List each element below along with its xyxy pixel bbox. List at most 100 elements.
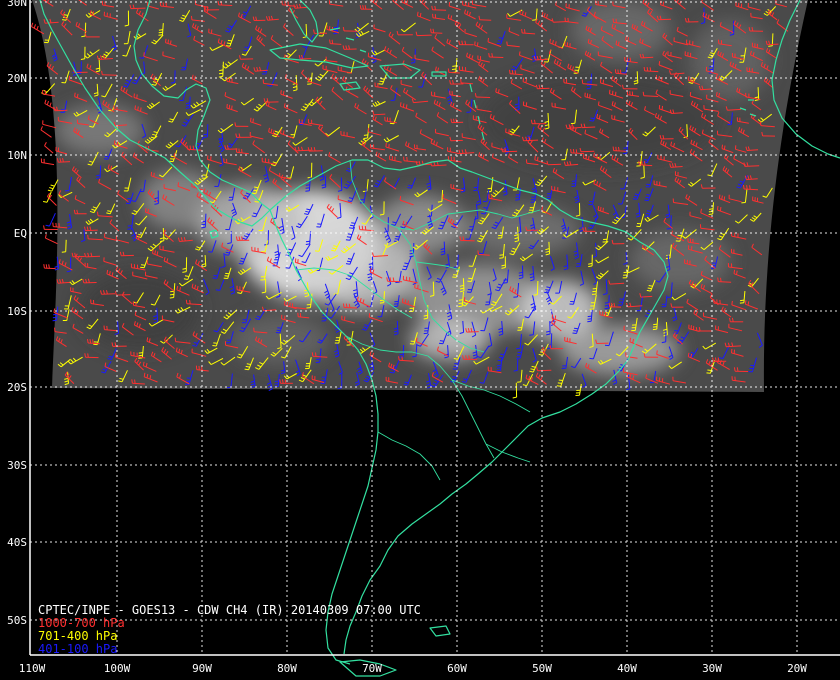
- longitude-tick-label: 70W: [362, 662, 382, 675]
- wind-barb: [383, 291, 385, 303]
- wind-barb-feather: [348, 303, 351, 308]
- wind-barb: [700, 88, 712, 91]
- wind-barb-feather: [483, 207, 488, 209]
- wind-barb-feather: [379, 302, 384, 304]
- wind-barb: [443, 241, 446, 254]
- wind-barb-feather: [692, 78, 695, 83]
- wind-barb-feather: [140, 107, 142, 112]
- wind-barb: [373, 113, 386, 116]
- wind-barb-feather: [658, 76, 660, 81]
- wind-barb-feather: [410, 62, 415, 64]
- wind-barb-feather: [407, 300, 409, 305]
- wind-barb-feather: [315, 352, 317, 357]
- wind-barb-feather: [405, 104, 408, 109]
- latitude-tick-label: 20N: [7, 72, 27, 85]
- wind-barb: [548, 241, 551, 254]
- wind-barb-feather: [708, 68, 713, 71]
- wind-barb-feather: [575, 149, 578, 154]
- wind-barb-feather: [363, 137, 368, 139]
- wind-barb-feather: [511, 69, 514, 74]
- wind-barb-feather: [203, 133, 208, 136]
- wind-barb-feather: [512, 396, 517, 399]
- wind-barb-feather: [537, 156, 539, 161]
- wind-barb-feather: [140, 266, 145, 269]
- wind-barb-feather: [44, 99, 47, 104]
- wind-barb: [85, 255, 101, 258]
- wind-barb-feather: [674, 330, 679, 332]
- wind-barb-feather: [587, 318, 592, 320]
- wind-barb: [537, 369, 552, 372]
- wind-barb-feather: [379, 299, 385, 302]
- wind-barb-feather: [759, 121, 762, 126]
- wind-barb: [636, 71, 639, 84]
- wind-barb-feather: [644, 161, 646, 166]
- wind-barb-feather: [389, 371, 394, 374]
- wind-barb-feather: [97, 211, 99, 216]
- wind-barb-feather: [49, 102, 52, 107]
- wind-barb-feather: [49, 187, 54, 190]
- wind-barb-feather: [412, 355, 417, 358]
- wind-barb-feather: [185, 299, 188, 304]
- wind-barb-feather: [597, 206, 600, 211]
- wind-barb-feather: [139, 57, 144, 59]
- wind-barb-feather: [687, 76, 690, 81]
- wind-barb: [162, 227, 165, 241]
- wind-barb: [204, 255, 207, 267]
- wind-barb-feather: [48, 264, 50, 269]
- wind-barb-feather: [331, 39, 334, 44]
- wind-barb-feather: [342, 303, 345, 308]
- longitude-tick-label: 90W: [192, 662, 212, 675]
- wind-barb: [582, 126, 596, 129]
- wind-barb-feather: [63, 14, 68, 16]
- wind-barb-feather: [458, 40, 460, 45]
- wind-barb-feather: [458, 305, 463, 308]
- wind-barb-feather: [386, 277, 388, 282]
- wind-barb-feather: [398, 356, 400, 361]
- wind-barb-feather: [744, 300, 747, 305]
- wind-barb-feather: [458, 299, 463, 301]
- wind-barb: [580, 150, 595, 153]
- wind-barb-feather: [134, 105, 136, 110]
- wind-barb-feather: [497, 40, 502, 42]
- wind-barb-feather: [586, 87, 591, 90]
- wind-barb: [466, 331, 479, 333]
- wind-barb-feather: [514, 70, 517, 75]
- wind-barb-feather: [749, 185, 751, 190]
- wind-barb-feather: [264, 243, 269, 246]
- longitude-tick-label: 110W: [19, 662, 46, 675]
- wind-barb-feather: [333, 32, 338, 35]
- wind-barb-feather: [52, 316, 57, 319]
- wind-barb-feather: [224, 92, 227, 97]
- wind-barb-feather: [477, 250, 479, 255]
- wind-barb-feather: [587, 81, 592, 83]
- wind-barb-feather: [545, 289, 550, 291]
- wind-barb-feather: [589, 357, 594, 360]
- wind-barb-feather: [587, 315, 592, 318]
- wind-barb-feather: [438, 342, 443, 345]
- wind-barb: [608, 295, 610, 309]
- wind-barb: [47, 196, 57, 206]
- wind-barb-feather: [156, 251, 159, 256]
- wind-barb-feather: [183, 278, 188, 280]
- wind-barb: [489, 56, 504, 58]
- latitude-tick-label: 50S: [7, 614, 27, 627]
- longitude-tick-label: 100W: [104, 662, 131, 675]
- wind-barb-feather: [720, 277, 722, 282]
- wind-barb-feather: [33, 24, 36, 29]
- wind-barb-feather: [718, 194, 721, 199]
- wind-barb-feather: [746, 185, 748, 190]
- wind-barb-feather: [611, 302, 613, 307]
- wind-barb-feather: [584, 227, 587, 232]
- wind-barb-feather: [588, 155, 590, 160]
- wind-barb-feather: [395, 235, 400, 238]
- wind-barb-feather: [572, 149, 575, 154]
- wind-barb-feather: [709, 208, 714, 210]
- wind-barb-feather: [101, 70, 103, 75]
- wind-barb-feather: [416, 11, 419, 16]
- wind-barb-feather: [244, 368, 249, 371]
- wind-barb-feather: [311, 352, 314, 357]
- wind-barb-feather: [647, 287, 652, 290]
- wind-barb-feather: [254, 201, 259, 203]
- wind-barb-feather: [350, 224, 355, 227]
- wind-barb: [44, 145, 54, 154]
